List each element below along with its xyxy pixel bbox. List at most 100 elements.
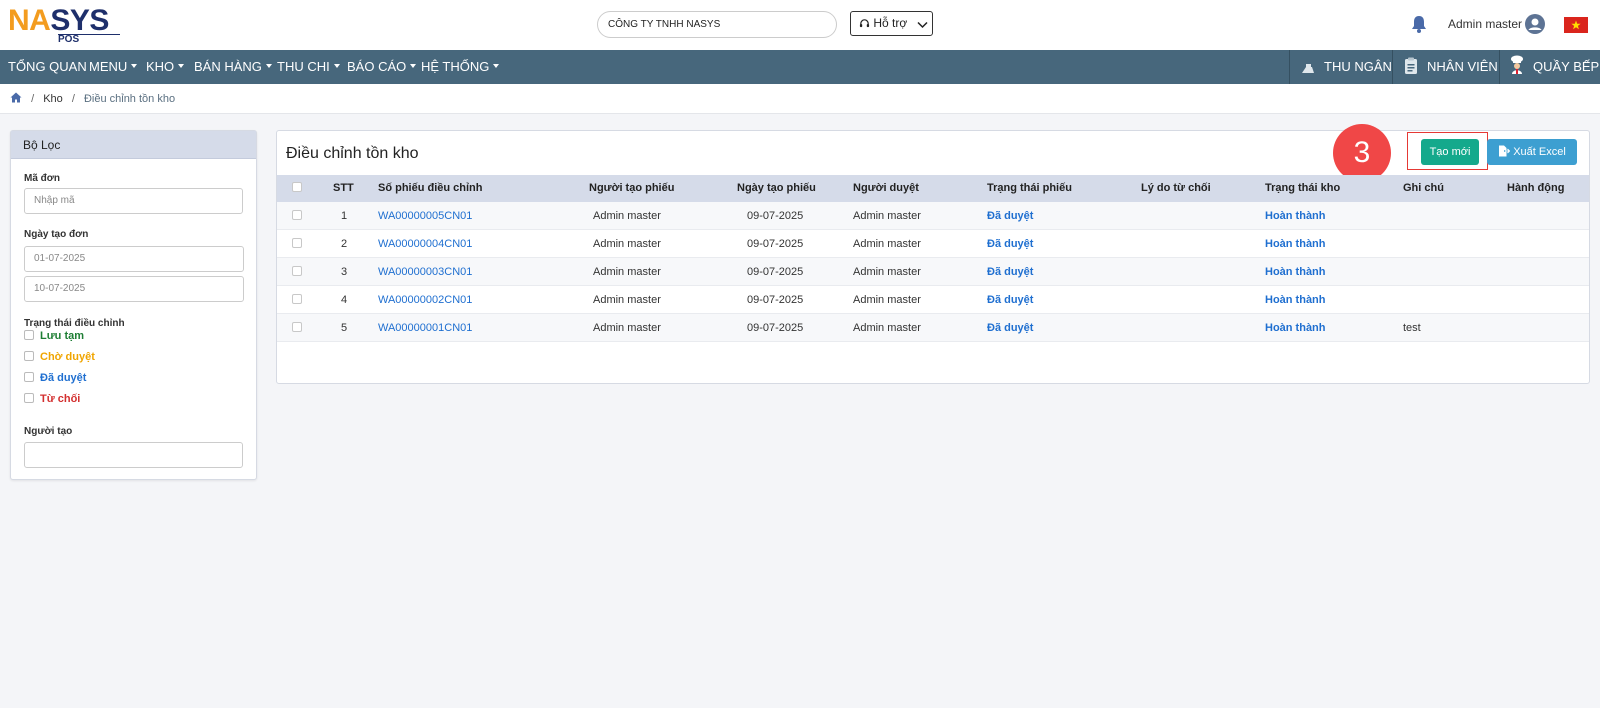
cell-stt: 4 [341, 294, 348, 306]
nasys-logo[interactable]: NASYS POS [8, 4, 120, 45]
support-button[interactable]: Hỗ trợ [850, 11, 933, 36]
cell-note: test [1403, 322, 1421, 334]
cell-stock-status: Hoàn thành [1265, 322, 1326, 334]
file-export-icon [1499, 145, 1511, 157]
nav-quay-bep[interactable]: QUẦY BẾP [1509, 50, 1599, 84]
status-label: Trạng thái điều chỉnh [24, 318, 125, 329]
nav-bao-cao[interactable]: BÁO CÁO [347, 50, 417, 84]
nav-nhan-vien[interactable]: NHÂN VIÊN [1403, 50, 1498, 84]
table-row[interactable]: 5 WA00000001CN01 Admin master 09-07-2025 Adm… [277, 314, 1589, 342]
logo-text-right: YS [69, 4, 110, 37]
cell-approver: Admin master [853, 210, 921, 222]
nav-thu-ngan[interactable]: THU NGÂN [1300, 50, 1392, 84]
breadcrumb-separator: / [31, 93, 35, 105]
col-code: Số phiếu điều chỉnh [378, 182, 483, 194]
top-header: NASYS POS CÔNG TY TNHH NASYS Hỗ trợ Admi… [0, 0, 1600, 50]
main-navbar: TỔNG QUAN MENU KHO BÁN HÀNG THU CHI BÁO … [0, 50, 1600, 84]
table-row[interactable]: 4 WA00000002CN01 Admin master 09-07-2025 Adm… [277, 286, 1589, 314]
cell-date: 09-07-2025 [747, 294, 804, 306]
date-to-input[interactable]: 10-07-2025 [24, 276, 244, 302]
user-avatar-icon[interactable] [1524, 13, 1546, 35]
logo-text-mid: S [50, 4, 70, 37]
chef-icon [1511, 55, 1523, 74]
status-cho-duyet-checkbox[interactable]: Chờ duyệt [24, 351, 95, 363]
adjustment-table: STT Số phiếu điều chỉnh Người tạo phiếu … [277, 175, 1589, 342]
cell-code[interactable]: WA00000001CN01 [378, 314, 472, 342]
nav-divider [1499, 50, 1500, 84]
creator-input[interactable] [24, 442, 243, 468]
cell-status: Đã duyệt [987, 210, 1034, 222]
bell-icon[interactable] [1410, 14, 1428, 34]
caret-down-icon [265, 64, 272, 68]
row-checkbox[interactable] [292, 230, 302, 258]
cell-creator: Admin master [593, 266, 661, 278]
cell-creator: Admin master [593, 294, 661, 306]
breadcrumb-kho[interactable]: Kho [43, 93, 63, 105]
nav-thu-chi[interactable]: THU CHI [277, 50, 340, 84]
cashier-icon [1302, 64, 1314, 73]
vietnam-flag-icon[interactable] [1564, 17, 1588, 33]
logo-text-left: NA [8, 4, 51, 37]
cell-code[interactable]: WA00000002CN01 [378, 286, 472, 314]
cell-status: Đã duyệt [987, 266, 1034, 278]
caret-down-icon [131, 64, 138, 68]
table-row[interactable]: 1 WA00000005CN01 Admin master 09-07-2025 Adm… [277, 202, 1589, 230]
nav-menu[interactable]: MENU [89, 50, 138, 84]
cell-stt: 5 [341, 322, 348, 334]
create-new-button[interactable]: Tạo mới [1421, 139, 1479, 165]
cell-status: Đã duyệt [987, 294, 1034, 306]
cell-stt: 2 [341, 238, 348, 250]
checkbox-icon [24, 393, 34, 403]
row-checkbox[interactable] [292, 202, 302, 230]
status-luu-tam-checkbox[interactable]: Lưu tạm [24, 330, 84, 342]
nav-ban-hang[interactable]: BÁN HÀNG [194, 50, 272, 84]
nav-he-thong[interactable]: HỆ THỐNG [421, 50, 500, 84]
date-label: Ngày tạo đơn [24, 229, 89, 240]
cell-date: 09-07-2025 [747, 322, 804, 334]
col-status: Trạng thái phiếu [987, 182, 1072, 194]
nav-divider [1392, 50, 1393, 84]
row-checkbox[interactable] [292, 314, 302, 342]
cell-stt: 3 [341, 266, 348, 278]
company-selector[interactable]: CÔNG TY TNHH NASYS [597, 11, 837, 38]
row-checkbox[interactable] [292, 286, 302, 314]
headset-icon [859, 19, 870, 28]
export-excel-button[interactable]: Xuất Excel [1487, 139, 1577, 165]
creator-label: Người tạo [24, 426, 73, 437]
support-label: Hỗ trợ [873, 16, 908, 30]
excel-label: Xuất Excel [1513, 146, 1566, 158]
status-da-duyet-checkbox[interactable]: Đã duyệt [24, 372, 86, 384]
col-date: Ngày tạo phiếu [737, 182, 816, 194]
cell-code[interactable]: WA00000003CN01 [378, 258, 472, 286]
checkbox-icon [24, 330, 34, 340]
nav-divider [1289, 50, 1290, 84]
col-stock-status: Trạng thái kho [1265, 182, 1341, 194]
table-row[interactable]: 3 WA00000003CN01 Admin master 09-07-2025 Adm… [277, 258, 1589, 286]
cell-stock-status: Hoàn thành [1265, 210, 1326, 222]
cell-code[interactable]: WA00000004CN01 [378, 230, 472, 258]
nav-tong-quan[interactable]: TỔNG QUAN [8, 50, 87, 84]
cell-status: Đã duyệt [987, 238, 1034, 250]
date-from-input[interactable]: 01-07-2025 [24, 246, 244, 272]
status-tu-choi-checkbox[interactable]: Từ chối [24, 393, 80, 405]
table-header: STT Số phiếu điều chỉnh Người tạo phiếu … [277, 175, 1589, 202]
checkbox-icon [24, 351, 34, 361]
cell-creator: Admin master [593, 210, 661, 222]
select-all-checkbox[interactable] [292, 175, 302, 202]
table-row[interactable]: 2 WA00000004CN01 Admin master 09-07-2025 Adm… [277, 230, 1589, 258]
code-label: Mã đơn [24, 173, 60, 184]
cell-stock-status: Hoàn thành [1265, 294, 1326, 306]
cell-code[interactable]: WA00000005CN01 [378, 202, 472, 230]
adjustment-card: Điều chỉnh tồn kho 3 Tạo mới Xuất Excel … [276, 124, 1590, 384]
user-name[interactable]: Admin master [1448, 17, 1522, 31]
logo-subtitle: POS [58, 34, 120, 45]
code-input[interactable]: Nhập mã [24, 188, 243, 214]
cell-approver: Admin master [853, 294, 921, 306]
caret-down-icon [178, 64, 185, 68]
cell-stock-status: Hoàn thành [1265, 238, 1326, 250]
cell-approver: Admin master [853, 266, 921, 278]
row-checkbox[interactable] [292, 258, 302, 286]
cell-approver: Admin master [853, 322, 921, 334]
home-icon[interactable] [10, 92, 22, 103]
nav-kho[interactable]: KHO [146, 50, 185, 84]
